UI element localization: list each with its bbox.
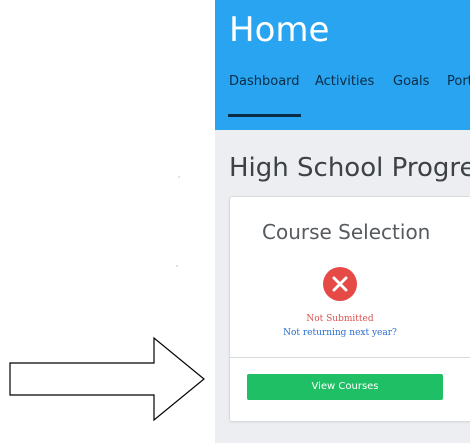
status-text: Not Submitted bbox=[306, 314, 374, 324]
tab-dashboard[interactable]: Dashboard bbox=[228, 74, 301, 117]
card-title: Course Selection bbox=[262, 220, 431, 244]
tab-activities[interactable]: Activities bbox=[315, 74, 374, 90]
tab-port[interactable]: Port bbox=[447, 74, 470, 90]
card-title-wrap: Course Selection bbox=[230, 197, 470, 257]
not-returning-link[interactable]: Not returning next year? bbox=[230, 327, 450, 339]
background-speck bbox=[178, 176, 180, 178]
card-divider bbox=[230, 357, 470, 358]
app-frame: Home Dashboard Activities Goals Port Hig… bbox=[215, 0, 470, 443]
course-selection-card: Course Selection Not Submitted Not retur… bbox=[229, 196, 470, 422]
right-arrow-icon bbox=[9, 336, 205, 422]
view-courses-button[interactable]: View Courses bbox=[247, 374, 443, 400]
tab-goals[interactable]: Goals bbox=[393, 74, 429, 90]
background-speck bbox=[176, 265, 178, 267]
section-title: High School Progress bbox=[229, 153, 470, 183]
app-title: Home bbox=[229, 10, 330, 50]
x-icon bbox=[323, 267, 357, 301]
app-header: Home Dashboard Activities Goals Port bbox=[215, 0, 470, 130]
